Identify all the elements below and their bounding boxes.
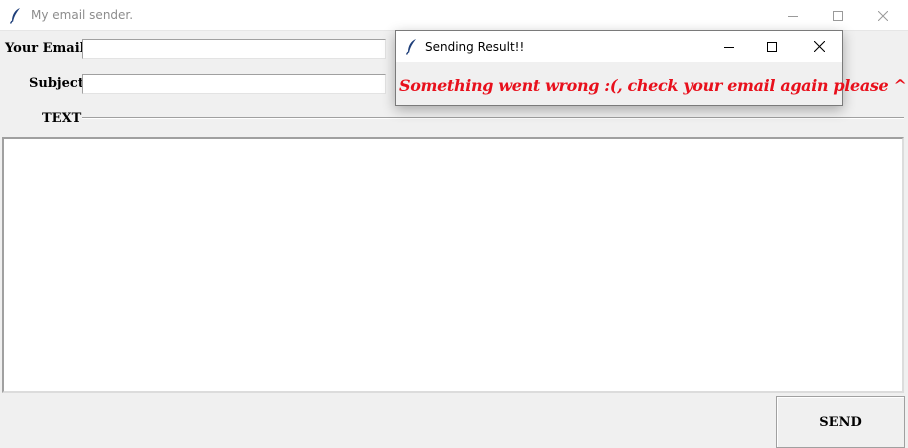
close-icon (878, 10, 888, 21)
main-titlebar[interactable]: My email sender. (0, 0, 908, 31)
maximize-icon (833, 10, 843, 21)
dialog-title: Sending Result!! (425, 40, 525, 54)
sending-result-dialog: Sending Result!! Something went wrong :(… (395, 30, 908, 106)
email-label: Your Email: (5, 41, 90, 56)
minimize-icon (788, 11, 798, 21)
maximize-button[interactable] (815, 0, 861, 31)
text-section-label: TEXT (42, 111, 82, 126)
feather-icon (405, 38, 419, 55)
feather-icon (9, 7, 23, 24)
minimize-icon (724, 42, 734, 52)
minimize-button[interactable] (770, 0, 816, 31)
dialog-close-button[interactable] (796, 31, 842, 62)
dialog-titlebar[interactable]: Sending Result!! (396, 31, 842, 62)
message-body-textarea[interactable] (2, 137, 904, 393)
window-title: My email sender. (31, 8, 134, 22)
dialog-minimize-button[interactable] (706, 31, 752, 62)
send-button[interactable]: SEND (776, 396, 905, 448)
subject-label: Subject: (29, 76, 89, 91)
close-button[interactable] (860, 0, 906, 31)
email-input[interactable] (82, 39, 386, 59)
maximize-icon (767, 41, 777, 52)
dialog-maximize-button[interactable] (749, 31, 795, 62)
subject-input[interactable] (82, 74, 386, 94)
text-section-separator (82, 117, 904, 119)
error-message: Something went wrong :(, check your emai… (399, 76, 908, 95)
close-icon (813, 41, 825, 52)
